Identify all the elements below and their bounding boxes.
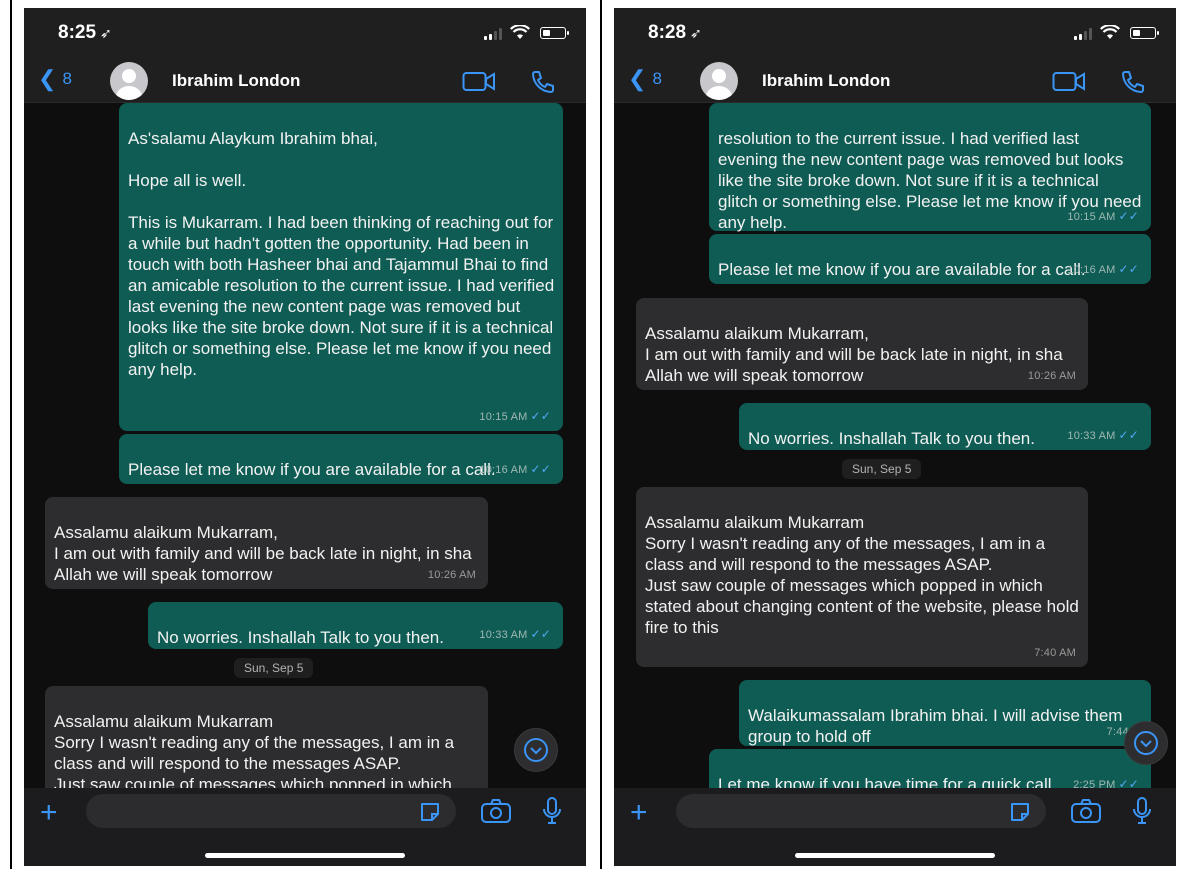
home-indicator — [205, 853, 405, 858]
status-bar: 8:28 ➶ — [614, 8, 1176, 60]
message-bubble[interactable]: Assalamu alaikum Mukarram, I am out with… — [636, 298, 1088, 390]
double-check-icon: ✓✓ — [530, 627, 551, 641]
message-text: Walaikumassalam Ibrahim bhai. I will adv… — [748, 706, 1123, 746]
location-arrow-icon: ➶ — [690, 25, 702, 41]
message-text: Assalamu alaikum Mukarram, I am out with… — [54, 523, 472, 584]
battery-icon — [540, 27, 569, 39]
microphone-icon[interactable] — [541, 796, 563, 826]
message-meta: 7:40 AM — [1034, 647, 1076, 659]
chat-area[interactable]: As'salamu Alaykum Ibrahim bhai, Hope all… — [24, 103, 586, 788]
message-input[interactable] — [86, 794, 456, 828]
message-text: Assalamu alaikum Mukarram Sorry I wasn't… — [54, 712, 455, 788]
frame-border — [600, 0, 602, 869]
status-bar: 8:25 ➶ — [24, 8, 586, 60]
scroll-to-bottom-button[interactable] — [514, 728, 558, 772]
camera-icon[interactable] — [1070, 798, 1102, 824]
location-arrow-icon: ➶ — [100, 25, 112, 41]
double-check-icon: ✓✓ — [530, 462, 551, 476]
chevron-left-icon: ❮ — [38, 66, 57, 91]
video-camera-icon[interactable] — [462, 71, 496, 93]
message-meta: 10:33 AM ✓✓ — [1067, 428, 1139, 442]
video-camera-icon[interactable] — [1052, 71, 1086, 93]
message-bubble[interactable]: No worries. Inshallah Talk to you then. … — [148, 602, 563, 649]
message-meta: 10:26 AM — [427, 569, 476, 581]
battery-icon — [1130, 27, 1159, 39]
double-check-icon: ✓✓ — [1118, 262, 1139, 276]
chat-header: ❮ 8 Ibrahim London — [24, 60, 586, 103]
message-meta: 10:15 AM ✓✓ — [479, 409, 551, 423]
double-check-icon: ✓✓ — [1118, 209, 1139, 223]
message-text: As'salamu Alaykum Ibrahim bhai, Hope all… — [128, 129, 555, 379]
phone-screenshot-left: 8:25 ➶ ❮ 8 Ibrahim London As'salamu Alayku… — [24, 8, 586, 866]
wifi-icon — [1100, 25, 1120, 39]
frame-border — [10, 0, 12, 869]
date-separator: Sun, Sep 5 — [234, 658, 314, 678]
plus-icon[interactable]: + — [40, 798, 58, 828]
home-indicator — [795, 853, 995, 858]
message-bubble[interactable]: Please let me know if you are available … — [709, 234, 1151, 284]
message-bubble[interactable]: Walaikumassalam Ibrahim bhai. I will adv… — [739, 680, 1151, 746]
phone-screenshot-right: 8:28 ➶ ❮ 8 Ibrahim London resolution to th… — [614, 8, 1176, 866]
status-time: 8:25 ➶ — [58, 22, 112, 43]
back-button[interactable]: ❮ 8 — [38, 66, 72, 92]
message-bubble[interactable]: Please let me know if you are available … — [119, 434, 563, 484]
message-bubble[interactable]: Let me know if you have time for a quick… — [709, 749, 1151, 788]
message-meta: 10:15 AM ✓✓ — [1067, 209, 1139, 223]
phone-icon[interactable] — [1120, 69, 1146, 95]
contact-name[interactable]: Ibrahim London — [762, 71, 890, 91]
message-bubble[interactable]: Assalamu alaikum Mukarram, I am out with… — [45, 497, 488, 589]
unread-count: 8 — [62, 69, 72, 88]
avatar[interactable] — [110, 62, 148, 100]
chevron-left-icon: ❮ — [628, 66, 647, 91]
message-meta: 10:33 AM ✓✓ — [479, 627, 551, 641]
status-time: 8:28 ➶ — [648, 22, 702, 43]
chevron-down-icon — [524, 738, 548, 762]
sticker-icon[interactable] — [418, 800, 442, 824]
microphone-icon[interactable] — [1131, 796, 1153, 826]
double-check-icon: ✓✓ — [1118, 428, 1139, 442]
sticker-icon[interactable] — [1008, 800, 1032, 824]
chat-header: ❮ 8 Ibrahim London — [614, 60, 1176, 103]
message-meta: 10:16 AM ✓✓ — [1067, 262, 1139, 276]
avatar[interactable] — [700, 62, 738, 100]
message-text: Please let me know if you are available … — [718, 260, 1086, 279]
back-button[interactable]: ❮ 8 — [628, 66, 662, 92]
message-meta: 10:26 AM — [1027, 370, 1076, 382]
composer-bar: + — [24, 788, 586, 866]
message-bubble[interactable]: Assalamu alaikum Mukarram Sorry I wasn't… — [45, 686, 488, 788]
message-bubble[interactable]: Assalamu alaikum Mukarram Sorry I wasn't… — [636, 487, 1088, 667]
composer-bar: + — [614, 788, 1176, 866]
phone-icon[interactable] — [530, 69, 556, 95]
message-bubble[interactable]: As'salamu Alaykum Ibrahim bhai, Hope all… — [119, 103, 563, 431]
chat-area[interactable]: resolution to the current issue. I had v… — [614, 103, 1176, 788]
wifi-icon — [510, 25, 530, 39]
message-bubble[interactable]: No worries. Inshallah Talk to you then. … — [739, 403, 1151, 450]
message-text: Please let me know if you are available … — [128, 460, 496, 479]
scroll-to-bottom-button[interactable] — [1124, 721, 1168, 765]
chevron-down-icon — [1134, 731, 1158, 755]
plus-icon[interactable]: + — [630, 798, 648, 828]
camera-icon[interactable] — [480, 798, 512, 824]
message-text: No worries. Inshallah Talk to you then. — [157, 628, 444, 647]
cellular-signal-icon — [1074, 28, 1094, 40]
double-check-icon: ✓✓ — [1118, 777, 1139, 788]
message-text: No worries. Inshallah Talk to you then. — [748, 429, 1035, 448]
message-meta: 10:16 AM ✓✓ — [479, 462, 551, 476]
contact-name[interactable]: Ibrahim London — [172, 71, 300, 91]
message-text: Assalamu alaikum Mukarram Sorry I wasn't… — [645, 513, 1079, 637]
message-input[interactable] — [676, 794, 1046, 828]
message-meta: 2:25 PM ✓✓ — [1073, 774, 1139, 788]
message-text: Assalamu alaikum Mukarram, I am out with… — [645, 324, 1063, 385]
message-text: Let me know if you have time for a quick… — [718, 775, 1057, 788]
date-separator: Sun, Sep 5 — [842, 459, 922, 479]
double-check-icon: ✓✓ — [530, 409, 551, 423]
unread-count: 8 — [652, 69, 662, 88]
cellular-signal-icon — [484, 28, 504, 40]
message-bubble[interactable]: resolution to the current issue. I had v… — [709, 103, 1151, 232]
